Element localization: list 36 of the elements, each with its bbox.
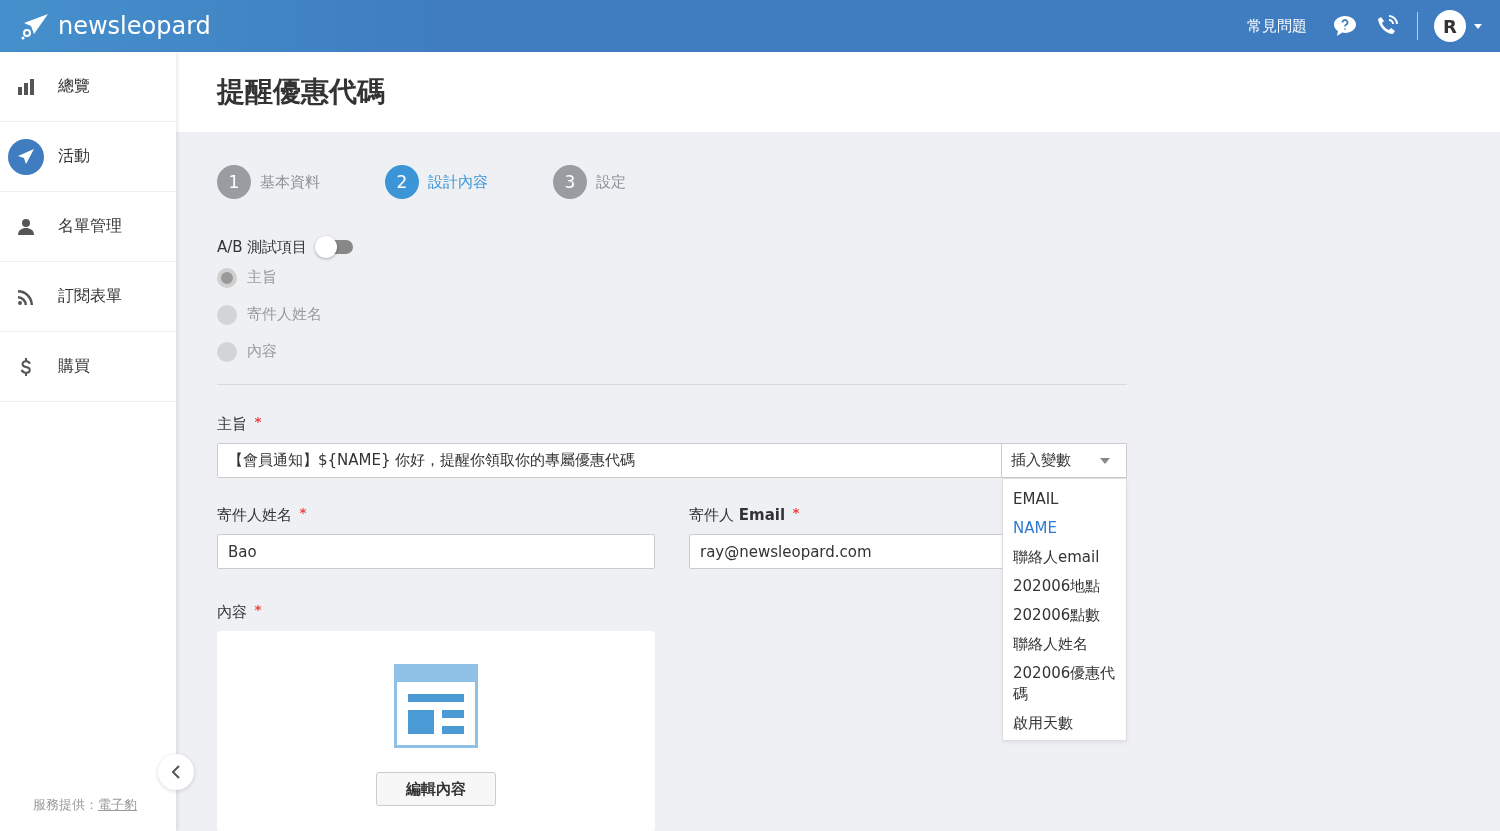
menu-item[interactable]: 聯絡人姓名 <box>1003 630 1126 659</box>
field-label: 主旨 <box>217 415 247 434</box>
page-title: 提醒優惠代碼 <box>217 74 385 110</box>
user-avatar[interactable]: R <box>1434 10 1466 42</box>
ab-test-label: A/B 測試項目 <box>217 237 308 257</box>
faq-link[interactable]: 常見問題 <box>1247 16 1307 36</box>
paper-plane-icon <box>17 147 35 166</box>
help-chat-icon[interactable] <box>1333 15 1357 37</box>
sidebar-item[interactable]: 活動 <box>0 122 176 192</box>
menu-item[interactable]: 202006點數 <box>1003 601 1126 630</box>
menu-item[interactable]: EMAIL <box>1003 485 1126 514</box>
menu-item[interactable]: 202006地點 <box>1003 572 1126 601</box>
radio-label: 內容 <box>247 342 277 361</box>
collapse-button[interactable] <box>158 754 194 790</box>
menu-item[interactable]: 聯絡人email <box>1003 543 1126 572</box>
field-label: 內容 <box>217 603 247 622</box>
brand-name[interactable]: newsleopard <box>58 12 211 40</box>
edit-content-button[interactable]: 編輯內容 <box>376 772 496 806</box>
logo-icon <box>20 12 50 40</box>
sender-name-input[interactable]: Bao <box>217 534 655 569</box>
chevron-left-icon <box>172 765 180 779</box>
field-label: 寄件人姓名 <box>217 506 292 525</box>
radio-label: 主旨 <box>247 268 277 287</box>
rss-icon <box>17 287 35 306</box>
footer-text: 服務提供： <box>33 797 98 812</box>
insert-variable-dropdown[interactable]: 插入變數 <box>1002 443 1127 478</box>
radio-label: 寄件人姓名 <box>247 305 322 324</box>
person-icon <box>17 217 35 236</box>
caret-icon <box>1100 457 1110 464</box>
layout-template-icon <box>394 664 478 748</box>
bar-chart-icon <box>17 77 35 96</box>
menu-item[interactable]: 啟用天數 <box>1003 709 1126 738</box>
menu-item[interactable]: 202006優惠代碼 <box>1003 659 1126 709</box>
subject-input[interactable]: 【會員通知】${NAME} 你好，提醒你領取你的專屬優惠代碼 <box>217 443 1002 478</box>
caret-icon[interactable] <box>1474 23 1482 29</box>
field-label: 寄件人 Email <box>689 506 786 525</box>
